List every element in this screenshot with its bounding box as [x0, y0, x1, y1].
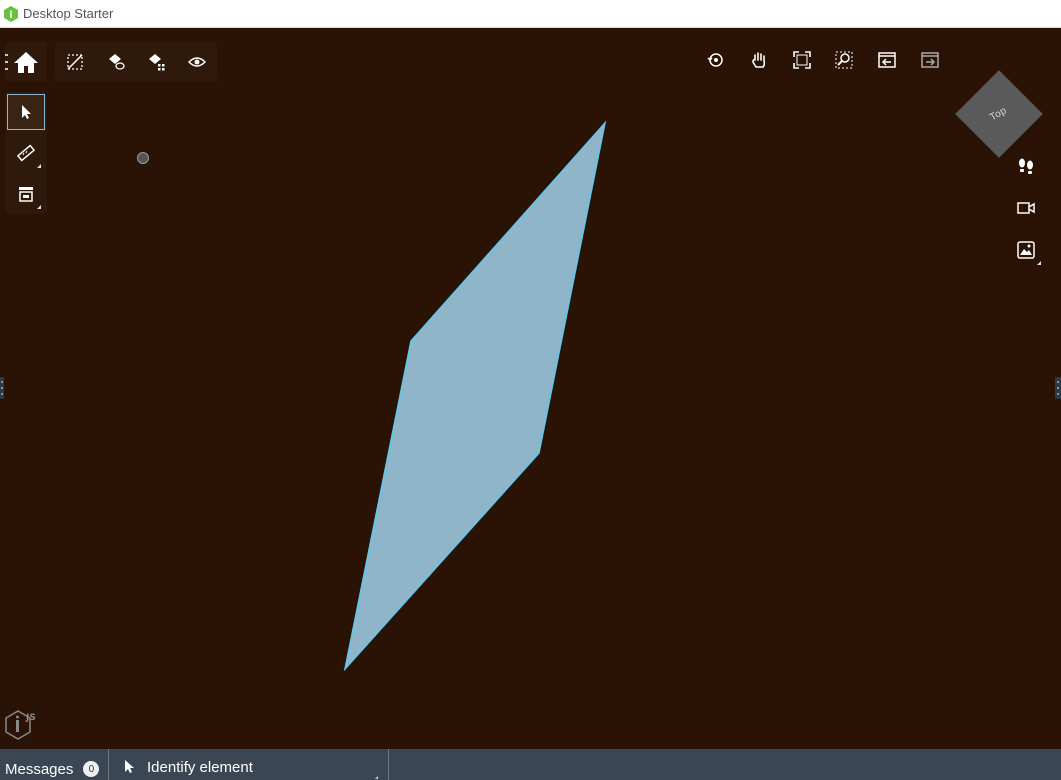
view-forward-icon — [921, 52, 939, 68]
select-icon — [22, 105, 31, 120]
tool-status-label: Identify element — [147, 758, 253, 776]
navigation-toolbar — [698, 42, 948, 78]
pan-icon — [751, 52, 765, 68]
view-cube-face-label[interactable]: Top — [989, 105, 1010, 123]
dropdown-corner-icon — [37, 163, 41, 168]
render-style-button[interactable] — [1008, 232, 1044, 268]
svg-text:JS: JS — [25, 713, 36, 723]
fit-view-icon — [792, 51, 811, 69]
view-back-button[interactable] — [869, 42, 905, 78]
isolate-button[interactable] — [98, 44, 134, 80]
measure-icon — [17, 144, 35, 162]
window-zoom-icon — [835, 51, 853, 69]
home-icon — [14, 52, 38, 73]
cursor-icon — [125, 760, 134, 773]
window-title: Desktop Starter — [23, 6, 114, 21]
right-toolbar — [1008, 148, 1044, 268]
3d-viewport[interactable]: Top JS — [0, 28, 1061, 749]
view-back-icon — [878, 52, 896, 68]
parallelogram-element[interactable] — [343, 120, 607, 672]
rotate-icon — [707, 53, 723, 67]
model-element[interactable] — [0, 28, 1061, 749]
hide-button[interactable] — [138, 44, 174, 80]
clip-button[interactable] — [57, 44, 93, 80]
app-logo-icon: i — [4, 5, 18, 22]
clip-icon — [67, 54, 83, 70]
walk-button[interactable] — [1008, 148, 1044, 184]
camera-button[interactable] — [1008, 190, 1044, 226]
section-icon — [19, 186, 33, 202]
walk-icon — [1019, 158, 1033, 174]
messages-label[interactable]: Messages — [5, 761, 73, 778]
hide-icon — [149, 54, 165, 71]
select-button[interactable] — [7, 94, 45, 131]
render-style-icon — [1017, 241, 1035, 259]
fit-view-button[interactable] — [784, 42, 820, 78]
visibility-button[interactable] — [179, 44, 215, 80]
isolate-icon — [108, 54, 125, 70]
status-bar: Messages 0 Identify element — [0, 749, 1061, 780]
visibility-icon — [187, 57, 206, 67]
app-window: i Desktop Starter Top JS Messages 0 Iden… — [0, 0, 1061, 780]
home-button[interactable] — [8, 44, 44, 80]
home-toolbar — [5, 42, 47, 82]
rotate-button[interactable] — [698, 42, 734, 78]
status-divider — [388, 749, 389, 780]
messages-count-badge: 0 — [83, 761, 100, 777]
section-button[interactable] — [8, 176, 44, 212]
messages-indicator[interactable]: Messages 0 — [0, 758, 108, 780]
itwin-js-logo: JS — [5, 710, 36, 740]
right-panel-handle[interactable] — [1055, 377, 1061, 399]
pan-button[interactable] — [741, 42, 777, 78]
tool-assistance[interactable]: Identify element — [109, 754, 388, 780]
window-zoom-button[interactable] — [826, 42, 862, 78]
measure-button[interactable] — [8, 135, 44, 171]
side-toolbar — [5, 92, 47, 214]
view-toolbar — [55, 42, 217, 82]
dropdown-corner-icon — [1037, 261, 1041, 265]
view-forward-button[interactable] — [912, 42, 948, 78]
dropdown-corner-icon — [375, 776, 378, 779]
dropdown-corner-icon — [37, 204, 41, 209]
svg-text:i: i — [9, 10, 12, 21]
camera-icon — [1017, 202, 1035, 214]
title-bar: i Desktop Starter — [0, 0, 1061, 28]
indicator-dot — [137, 152, 149, 164]
left-panel-handle[interactable] — [0, 377, 4, 399]
